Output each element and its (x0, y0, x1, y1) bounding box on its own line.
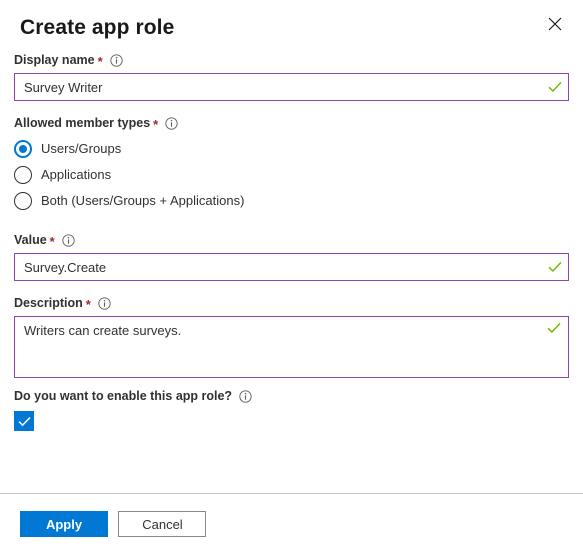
allowed-member-types-radio-group: Users/Groups Applications Both (Users/Gr… (14, 136, 569, 214)
field-allowed-member-types: Allowed member types * Users/Groups Appl… (14, 115, 569, 214)
field-enable-app-role: Do you want to enable this app role? (14, 388, 569, 431)
description-textarea-wrap[interactable] (14, 316, 569, 378)
cancel-button[interactable]: Cancel (118, 511, 207, 537)
info-icon[interactable] (165, 116, 178, 130)
panel-header: Create app role (0, 0, 583, 52)
page-title: Create app role (20, 16, 175, 39)
close-button[interactable] (541, 10, 569, 38)
info-icon[interactable] (98, 296, 111, 310)
value-input-wrap[interactable] (14, 253, 569, 281)
required-asterisk: * (97, 53, 103, 69)
field-display-name: Display name * (14, 52, 569, 101)
radio-label: Users/Groups (41, 141, 122, 156)
info-icon[interactable] (110, 53, 123, 67)
valid-check-icon (542, 322, 566, 334)
description-label-row: Description * (14, 295, 569, 311)
allowed-member-types-label-row: Allowed member types * (14, 115, 569, 131)
info-icon[interactable] (239, 389, 252, 403)
radio-label: Both (Users/Groups + Applications) (41, 193, 245, 208)
display-name-label-row: Display name * (14, 52, 569, 68)
display-name-input[interactable] (15, 74, 542, 100)
panel-footer: Apply Cancel (0, 493, 583, 557)
allowed-member-types-label: Allowed member types (14, 116, 151, 130)
required-asterisk: * (153, 116, 159, 132)
value-label-row: Value * (14, 232, 569, 248)
required-asterisk: * (85, 296, 91, 312)
valid-check-icon (542, 81, 568, 93)
value-input[interactable] (15, 254, 542, 280)
radio-option-both[interactable]: Both (Users/Groups + Applications) (14, 188, 569, 214)
field-value: Value * (14, 232, 569, 281)
close-icon (548, 17, 562, 31)
panel-body: Display name * Allowed member types (0, 52, 583, 431)
radio-label: Applications (41, 167, 112, 182)
valid-check-icon (542, 261, 568, 273)
description-textarea[interactable] (15, 317, 568, 377)
info-icon[interactable] (62, 233, 75, 247)
value-label: Value (14, 233, 47, 247)
enable-role-label: Do you want to enable this app role? (14, 389, 233, 403)
enable-role-checkbox-row (14, 411, 569, 431)
radio-icon (14, 140, 32, 158)
display-name-label: Display name (14, 53, 95, 67)
radio-icon (14, 192, 32, 210)
enable-role-label-row: Do you want to enable this app role? (14, 388, 569, 404)
enable-role-checkbox[interactable] (14, 411, 34, 431)
field-description: Description * (14, 295, 569, 378)
required-asterisk: * (49, 233, 55, 249)
radio-option-applications[interactable]: Applications (14, 162, 569, 188)
description-label: Description (14, 296, 83, 310)
display-name-input-wrap[interactable] (14, 73, 569, 101)
radio-icon (14, 166, 32, 184)
radio-option-users-groups[interactable]: Users/Groups (14, 136, 569, 162)
apply-button[interactable]: Apply (20, 511, 108, 537)
